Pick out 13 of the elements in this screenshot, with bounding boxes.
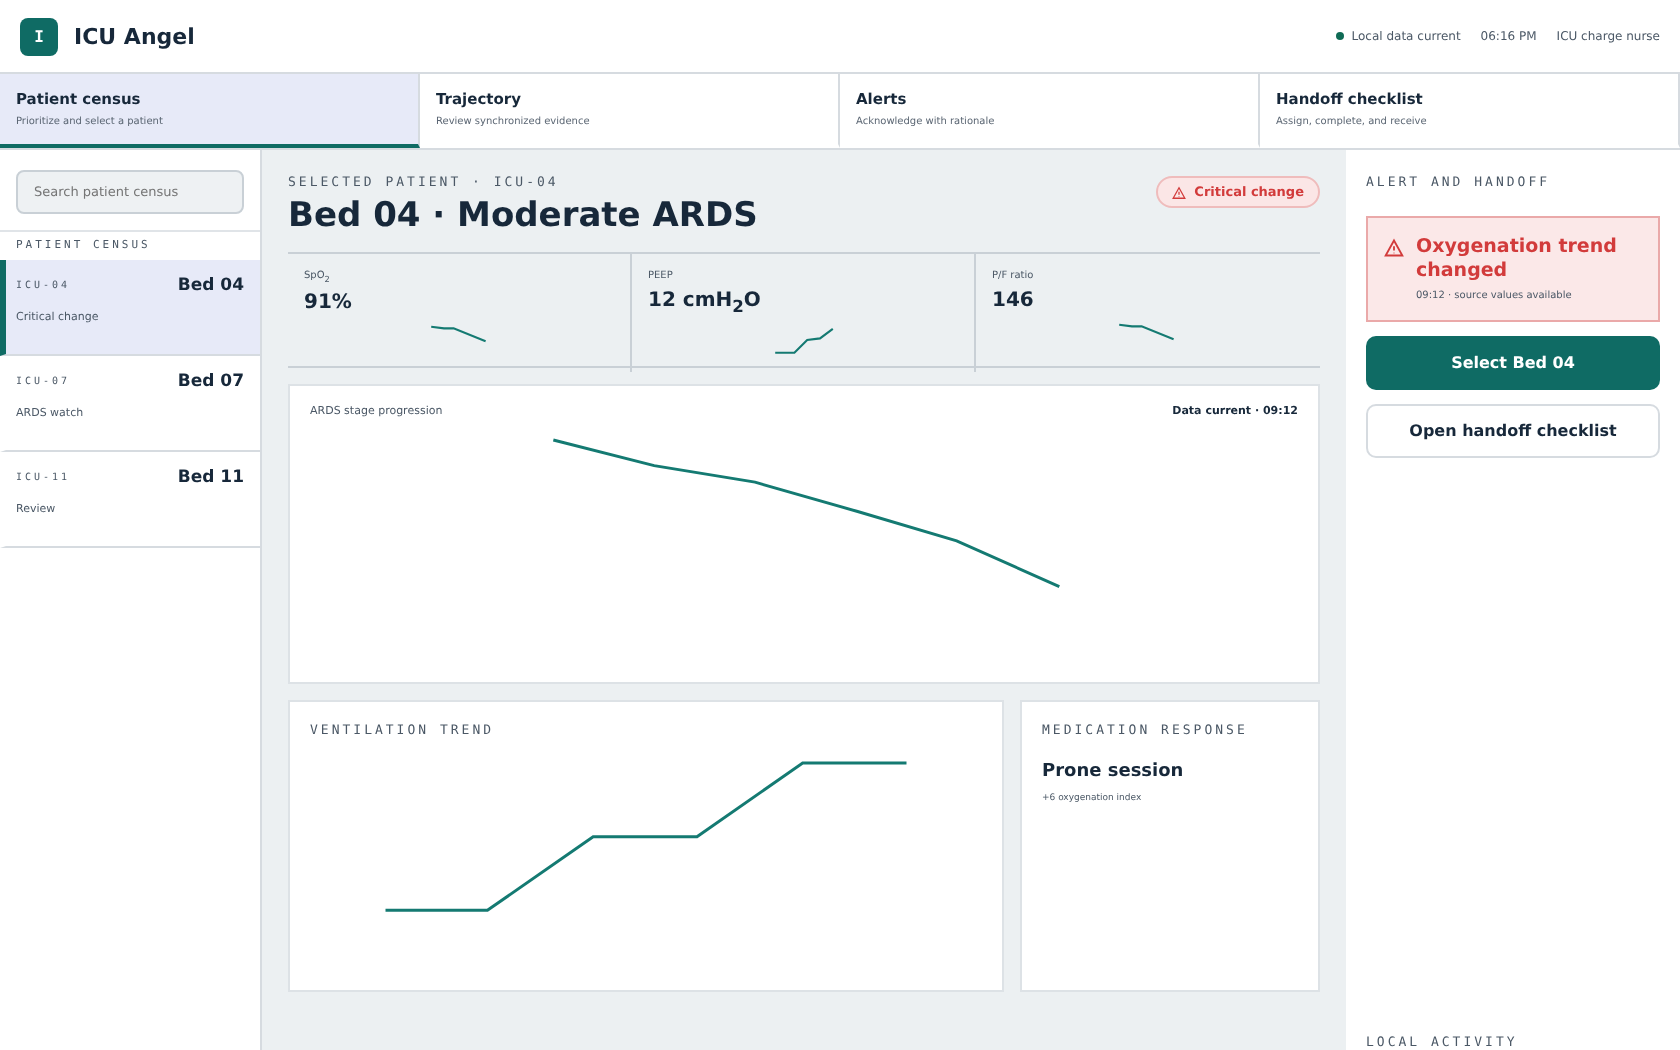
vital-value: 12 cmH$_{2}$O	[648, 290, 763, 316]
warning-icon	[1384, 238, 1404, 258]
app-title: ICU Angel	[74, 23, 195, 49]
warning-icon	[1172, 185, 1187, 199]
action-button[interactable]: Open handoff checklist	[1366, 403, 1660, 458]
alert-title: Oxygenation trend changed	[1416, 236, 1619, 284]
action-button[interactable]: Select Bed 04	[1366, 335, 1660, 390]
medication-name: Prone session	[1042, 762, 1186, 782]
status-dot-icon	[1335, 32, 1344, 40]
patient-title: Bed 04 · Moderate ARDS	[288, 196, 758, 236]
vital-value: 91%	[304, 292, 354, 314]
vital-value: 146	[992, 290, 1036, 312]
app-logo: I	[20, 17, 58, 55]
